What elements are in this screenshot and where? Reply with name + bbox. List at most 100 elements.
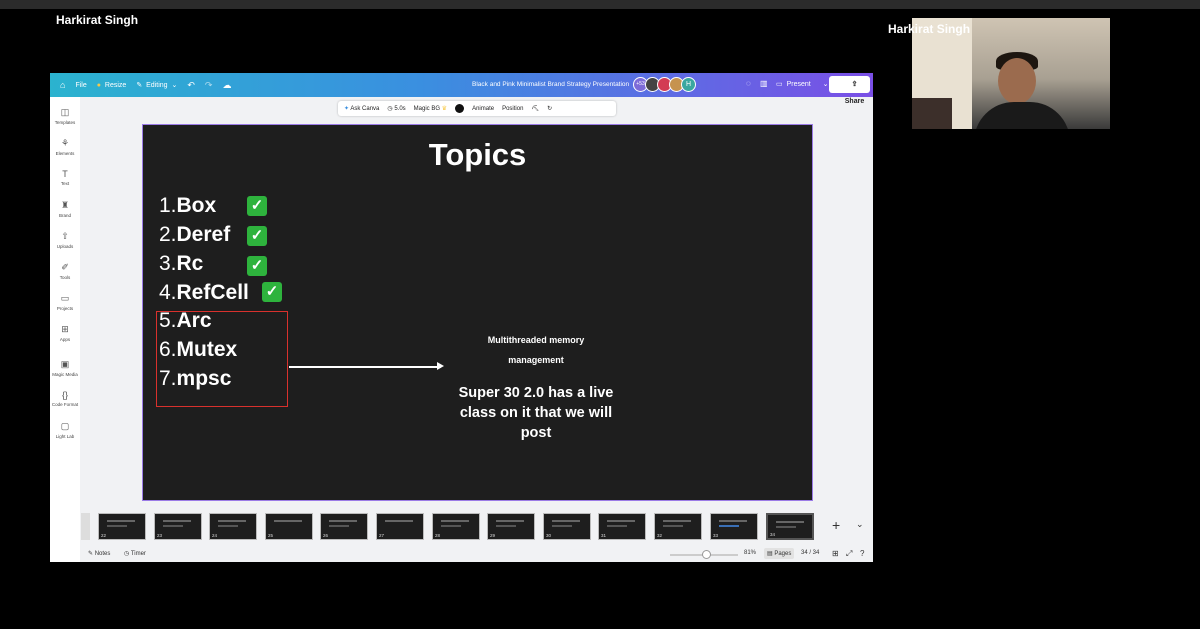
page-thumbnail[interactable]: 27 xyxy=(376,513,424,540)
pages-icon: ▤ xyxy=(767,551,773,557)
sidebar-item-text[interactable]: T Text xyxy=(50,169,80,186)
page-thumbnail[interactable]: 26 xyxy=(320,513,368,540)
page-thumbnail[interactable]: 32 xyxy=(654,513,702,540)
folder-icon: ▭ xyxy=(60,293,70,303)
crown-icon: ● xyxy=(96,81,101,89)
sidebar-item-apps[interactable]: ⊞ Apps xyxy=(50,324,80,342)
live-class-note[interactable]: Super 30 2.0 has a live class on it that… xyxy=(453,383,619,443)
pages-button[interactable]: ▤ Pages xyxy=(764,548,795,559)
page-thumbnail-strip: 22 23 24 25 26 27 28 29 30 31 32 33 34 +… xyxy=(80,510,873,544)
text-icon: T xyxy=(62,169,68,179)
animate-button[interactable]: Animate xyxy=(472,106,494,112)
duration-button[interactable]: ◷ 5.0s xyxy=(387,105,405,112)
arrow-connector[interactable] xyxy=(289,366,441,368)
multithreaded-note[interactable]: Multithreaded memory management xyxy=(473,330,599,370)
code-icon: {} xyxy=(61,390,68,400)
document-title[interactable]: Black and Pink Minimalist Brand Strategy… xyxy=(472,81,629,88)
page-thumbnail[interactable]: 22 xyxy=(98,513,146,540)
page-thumbnail[interactable]: 33 xyxy=(710,513,758,540)
pencil-icon: ✎ xyxy=(136,82,143,89)
webcam-name-label: Harkirat Singh xyxy=(888,22,971,36)
page-thumbnail[interactable]: 28 xyxy=(432,513,480,540)
page-thumbnail[interactable]: 24 xyxy=(209,513,257,540)
page-thumbnail[interactable]: 25 xyxy=(265,513,313,540)
sidebar-item-magic-media[interactable]: ▣ Magic Media xyxy=(50,359,80,377)
notes-icon: ✎ xyxy=(88,551,94,557)
upload-icon: ⇧ xyxy=(61,231,69,241)
apps-icon: ⊞ xyxy=(61,324,69,334)
sidebar-item-elements[interactable]: ⚘ Elements xyxy=(50,138,80,156)
highlight-box[interactable] xyxy=(156,311,288,407)
brand-icon: ♜ xyxy=(60,200,70,210)
canva-toolbar: ⌂ File ● Resize ✎ Editing ⌄ ↶ ↷ ☁ Black … xyxy=(50,73,873,105)
light-lab-icon: ▢ xyxy=(60,421,70,431)
share-button[interactable]: ⇪ Share xyxy=(829,76,870,105)
redo-icon[interactable]: ↷ xyxy=(205,80,213,91)
chevron-down-icon[interactable]: ⌄ xyxy=(856,519,864,530)
magic-bg-button[interactable]: Magic BG ♛ xyxy=(414,105,447,112)
present-icon: ▭ xyxy=(776,81,783,88)
page-count: 34 / 34 xyxy=(801,550,820,556)
canva-sidebar: ◫ Templates ⚘ Elements T Text ♜ Brand ⇧ Uploa… xyxy=(50,97,80,562)
zoom-slider-handle[interactable] xyxy=(702,550,711,559)
page-thumbnail[interactable]: 30 xyxy=(543,513,591,540)
sidebar-item-tools[interactable]: ✐ Tools xyxy=(50,262,80,280)
color-swatch[interactable] xyxy=(455,104,465,113)
fullscreen-icon[interactable]: ⤢ xyxy=(846,549,852,559)
check-icon: ✓ xyxy=(247,226,267,246)
grid-view-icon[interactable]: ⊞ xyxy=(832,549,839,558)
position-button[interactable]: Position xyxy=(502,106,523,112)
check-icon: ✓ xyxy=(262,282,282,302)
status-bar: ✎ Notes ◷ Timer 81% ▤ Pages 34 / 34 ⊞ ⤢ … xyxy=(80,547,873,562)
sidebar-item-brand[interactable]: ♜ Brand xyxy=(50,200,80,218)
page-thumbnail[interactable]: 31 xyxy=(598,513,646,540)
page-thumbnail[interactable]: 29 xyxy=(487,513,535,540)
sidebar-item-uploads[interactable]: ⇧ Uploads xyxy=(50,231,80,249)
topic-item[interactable]: 2.Deref xyxy=(159,223,230,247)
sidebar-item-code-format[interactable]: {} Code Format xyxy=(50,390,80,407)
sparkle-icon: ✦ xyxy=(344,106,350,112)
avatar: H xyxy=(681,77,696,92)
sidebar-item-projects[interactable]: ▭ Projects xyxy=(50,293,80,311)
help-icon[interactable]: ? xyxy=(860,549,864,558)
present-button[interactable]: ▭ Present ⌄ xyxy=(776,80,829,88)
tools-icon: ✐ xyxy=(61,262,69,272)
topic-item[interactable]: 3.Rc xyxy=(159,252,203,276)
chevron-down-icon: ⌄ xyxy=(822,81,829,88)
clock-icon: ◷ xyxy=(387,106,393,112)
check-icon: ✓ xyxy=(247,256,267,276)
topic-item[interactable]: 1.Box xyxy=(159,194,216,218)
element-context-bar: ✦ Ask Canva ◷ 5.0s Magic BG ♛ Animate Po… xyxy=(338,101,616,116)
add-page-icon[interactable]: + xyxy=(832,517,840,533)
arrow-head-icon xyxy=(437,362,444,370)
timer-button[interactable]: ◷ Timer xyxy=(124,550,146,557)
slide-canvas[interactable]: Topics 1.Box ✓ 2.Deref ✓ 3.Rc ✓ 4.RefCel… xyxy=(142,124,813,501)
collaborators[interactable]: +53 H xyxy=(633,77,696,92)
zoom-level[interactable]: 81% xyxy=(744,550,756,556)
topic-item[interactable]: 4.RefCell xyxy=(159,281,249,305)
page-thumbnail-current[interactable]: 34 xyxy=(766,513,814,540)
editing-dropdown[interactable]: ✎ Editing ⌄ xyxy=(136,81,177,89)
comment-icon[interactable]: ◌ xyxy=(746,79,751,88)
undo-icon[interactable]: ↶ xyxy=(187,80,195,91)
chevron-down-icon: ⌄ xyxy=(171,82,178,89)
scroll-edge xyxy=(81,513,90,540)
share-icon: ⇪ xyxy=(851,81,858,88)
check-icon: ✓ xyxy=(247,196,267,216)
home-icon[interactable]: ⌂ xyxy=(60,80,65,90)
notes-button[interactable]: ✎ Notes xyxy=(88,550,110,557)
templates-icon: ◫ xyxy=(60,107,70,117)
resize-button[interactable]: ● Resize xyxy=(97,82,127,89)
elements-icon: ⚘ xyxy=(60,138,70,148)
cloud-save-icon[interactable]: ☁ xyxy=(222,80,231,91)
crown-icon: ♛ xyxy=(441,106,448,112)
page-thumbnail[interactable]: 23 xyxy=(154,513,202,540)
slide-title[interactable]: Topics xyxy=(143,137,812,173)
insights-icon[interactable]: ▥ xyxy=(760,79,768,88)
sidebar-item-light-lab[interactable]: ▢ Light Lab xyxy=(50,421,80,439)
ask-canva-button[interactable]: ✦ Ask Canva xyxy=(344,105,379,112)
sidebar-item-templates[interactable]: ◫ Templates xyxy=(50,107,80,125)
file-menu[interactable]: File xyxy=(75,82,86,89)
refresh-icon[interactable]: ↻ xyxy=(547,105,552,112)
paint-format-icon[interactable]: ⛏ xyxy=(531,105,539,112)
